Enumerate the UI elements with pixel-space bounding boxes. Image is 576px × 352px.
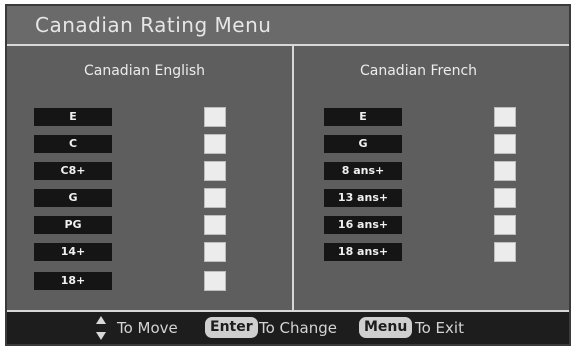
english-rating-label: E (34, 108, 112, 126)
french-rating-label: 18 ans+ (324, 243, 402, 261)
english-rating-label: 18+ (34, 272, 112, 290)
french-rating-checkbox[interactable] (494, 107, 516, 127)
french-rating-checkbox[interactable] (494, 188, 516, 208)
english-rating-checkbox[interactable] (204, 161, 226, 181)
exit-hint-text: To Exit (415, 319, 464, 337)
english-rating-checkbox[interactable] (204, 107, 226, 127)
english-rating-checkbox[interactable] (204, 242, 226, 262)
english-rating-label: 14+ (34, 243, 112, 261)
english-rating-label: G (34, 189, 112, 207)
french-rating-label: 16 ans+ (324, 216, 402, 234)
english-rating-checkbox[interactable] (204, 134, 226, 154)
french-rating-checkbox[interactable] (494, 134, 516, 154)
french-rating-label: 8 ans+ (324, 162, 402, 180)
french-rating-checkbox[interactable] (494, 242, 516, 262)
rating-menu-window: Canadian Rating Menu Canadian English E … (5, 4, 571, 346)
english-rating-label: C8+ (34, 162, 112, 180)
french-rating-checkbox[interactable] (494, 161, 516, 181)
up-down-arrow-icon (96, 316, 106, 340)
change-hint-text: To Change (259, 319, 337, 337)
panel-divider (292, 46, 294, 310)
english-rating-label: PG (34, 216, 112, 234)
english-rating-checkbox[interactable] (204, 271, 226, 291)
french-panel-title: Canadian French (360, 63, 478, 79)
french-rating-label: G (324, 135, 402, 153)
english-rating-checkbox[interactable] (204, 188, 226, 208)
english-rating-checkbox[interactable] (204, 215, 226, 235)
move-hint-text: To Move (117, 319, 178, 337)
french-rating-label: E (324, 108, 402, 126)
menu-key-badge: Menu (359, 317, 413, 338)
french-rating-label: 13 ans+ (324, 189, 402, 207)
english-rating-label: C (34, 135, 112, 153)
footer-hint-bar: To Move Enter To Change Menu To Exit (7, 310, 569, 344)
title-bar: Canadian Rating Menu (7, 6, 569, 46)
french-rating-checkbox[interactable] (494, 215, 516, 235)
enter-key-badge: Enter (205, 317, 258, 338)
english-panel-title: Canadian English (84, 63, 206, 79)
menu-title: Canadian Rating Menu (35, 13, 272, 37)
